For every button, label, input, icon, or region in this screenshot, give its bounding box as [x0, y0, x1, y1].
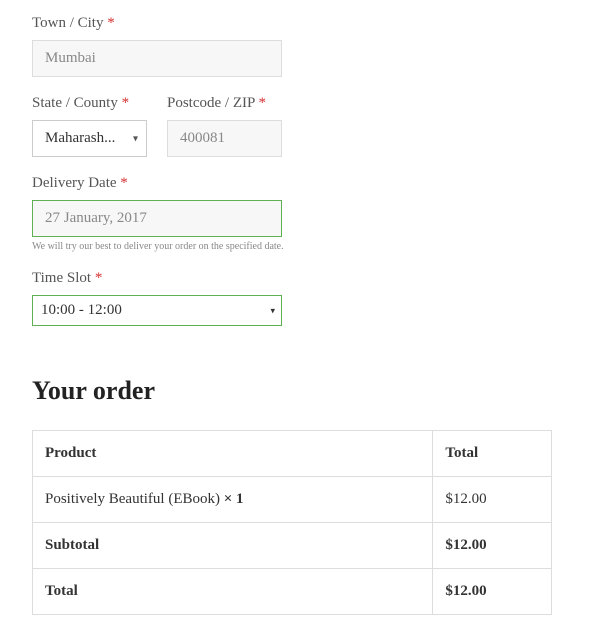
delivery-date-label: Delivery Date *: [32, 175, 557, 192]
table-row: Positively Beautiful (EBook) × 1 $12.00: [33, 477, 552, 523]
order-heading: Your order: [32, 376, 557, 406]
town-input[interactable]: [32, 40, 282, 77]
delivery-date-help: We will try our best to deliver your ord…: [32, 241, 557, 252]
time-slot-label: Time Slot *: [32, 270, 557, 287]
subtotal-row: Subtotal $12.00: [33, 523, 552, 569]
chevron-down-icon: ▾: [270, 305, 275, 316]
header-product: Product: [33, 431, 433, 477]
time-slot-select[interactable]: 10:00 - 12:00 ▾: [32, 295, 282, 326]
state-select[interactable]: Maharash... ▾: [32, 120, 147, 157]
postcode-input[interactable]: [167, 120, 282, 157]
item-qty: × 1: [224, 491, 244, 507]
postcode-label: Postcode / ZIP *: [167, 95, 282, 112]
item-name: Positively Beautiful (EBook): [45, 491, 224, 507]
order-table: Product Total Positively Beautiful (EBoo…: [32, 430, 552, 615]
chevron-down-icon: ▾: [133, 133, 138, 144]
state-label: State / County *: [32, 95, 147, 112]
delivery-date-input[interactable]: [32, 200, 282, 237]
state-value: Maharash...: [33, 121, 146, 156]
total-row: Total $12.00: [33, 569, 552, 615]
item-total: $12.00: [433, 477, 552, 523]
time-slot-value: 10:00 - 12:00: [33, 296, 281, 325]
total-label: Total: [33, 569, 433, 615]
town-label: Town / City *: [32, 15, 557, 32]
subtotal-label: Subtotal: [33, 523, 433, 569]
header-total: Total: [433, 431, 552, 477]
subtotal-value: $12.00: [433, 523, 552, 569]
total-value: $12.00: [433, 569, 552, 615]
